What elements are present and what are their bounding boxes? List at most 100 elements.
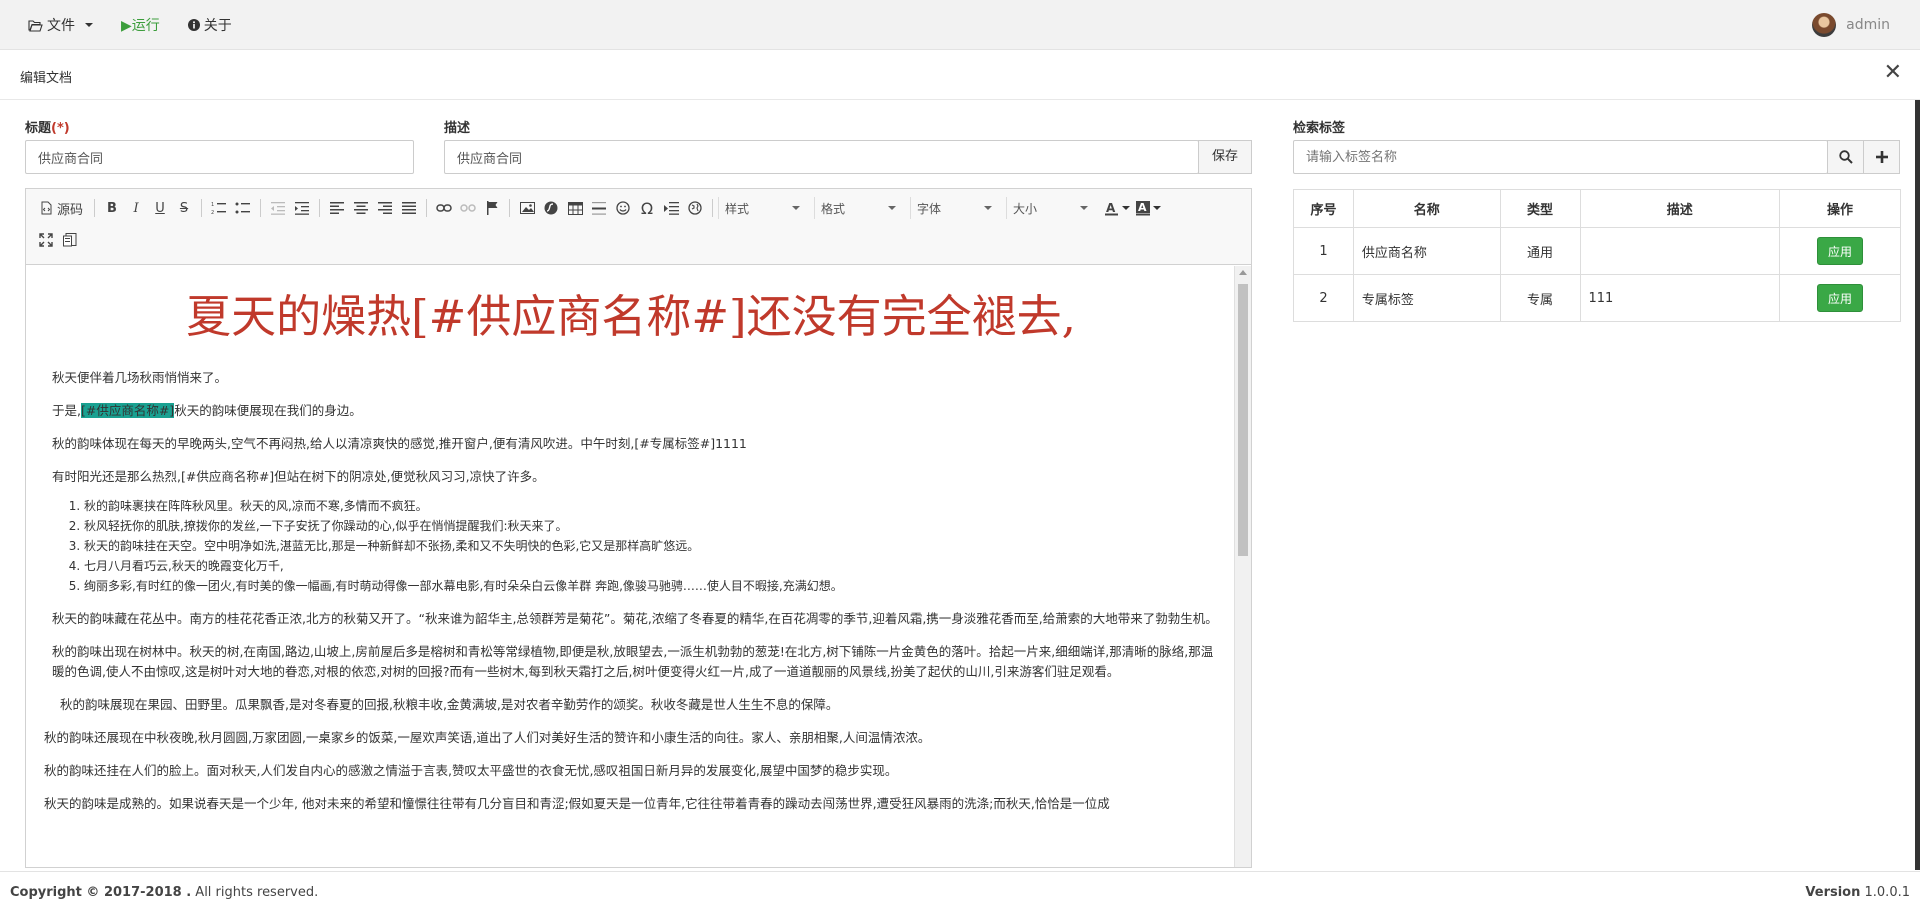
toolbar-separator xyxy=(712,199,714,217)
align-right-icon[interactable] xyxy=(373,196,397,220)
numbered-list-icon[interactable]: 12 xyxy=(207,196,231,220)
editor-scrollbar[interactable] xyxy=(1234,266,1251,867)
tag-search-input[interactable] xyxy=(1293,140,1828,174)
ordered-list: 秋的韵味裹挟在阵阵秋风里。秋天的风,凉而不寒,多情而不疯狂。 秋风轻抚你的肌肤,… xyxy=(84,496,1218,596)
iframe-globe-icon[interactable] xyxy=(683,196,707,220)
cell-type: 通用 xyxy=(1499,227,1581,275)
paragraph-2-start: 于是, xyxy=(52,403,81,418)
column-header: 类型 xyxy=(1499,189,1581,228)
link-icon[interactable] xyxy=(432,196,456,220)
chevron-down-icon xyxy=(792,206,801,210)
chevron-down-icon xyxy=(1153,206,1162,210)
avatar xyxy=(1812,13,1837,37)
table-row: 1 供应商名称 通用 应用 xyxy=(1293,227,1901,275)
column-header: 描述 xyxy=(1579,189,1781,228)
font-combo-label: 字体 xyxy=(917,201,942,216)
paragraph-8: 秋的韵味还展现在中秋夜晚,秋月圆圆,万家团圆,一桌家乡的饭菜,一屋欢声笑语,道出… xyxy=(44,730,931,745)
scroll-up-icon[interactable] xyxy=(1239,270,1247,275)
cell-action: 应用 xyxy=(1779,274,1901,322)
toolbar-separator xyxy=(201,199,203,217)
flash-icon[interactable] xyxy=(539,196,563,220)
chevron-down-icon xyxy=(85,23,93,27)
file-menu[interactable]: 文件 xyxy=(28,15,93,35)
run-button[interactable]: ▶运行 xyxy=(121,15,160,35)
page-break-icon[interactable] xyxy=(659,196,683,220)
highlighted-tag: [#供应商名称#] xyxy=(80,403,175,418)
page-scrollbar[interactable] xyxy=(1915,100,1920,870)
table-row: 2 专属标签 专属 111 应用 xyxy=(1293,274,1901,322)
underline-icon[interactable]: U xyxy=(148,196,172,220)
cell-name: 专属标签 xyxy=(1352,274,1501,322)
svg-text:2: 2 xyxy=(211,210,214,215)
desc-input[interactable] xyxy=(444,140,1199,174)
svg-text:1: 1 xyxy=(211,202,214,208)
horizontal-rule-icon[interactable] xyxy=(587,196,611,220)
cell-index: 1 xyxy=(1293,227,1354,275)
source-button[interactable]: 源码 xyxy=(34,196,89,220)
apply-button[interactable]: 应用 xyxy=(1817,237,1864,265)
indent-icon[interactable] xyxy=(290,196,314,220)
paragraph-3: 秋的韵味体现在每天的早晚两头,空气不再闷热,给人以清凉爽快的感觉,推开窗户,便有… xyxy=(52,436,747,451)
scrollbar-thumb[interactable] xyxy=(1238,284,1248,556)
text-color-icon: A xyxy=(1105,201,1119,215)
search-button[interactable] xyxy=(1827,140,1864,174)
format-combo[interactable]: 格式 xyxy=(814,197,902,219)
save-button[interactable]: 保存 xyxy=(1198,140,1252,174)
apply-button[interactable]: 应用 xyxy=(1817,284,1864,312)
paragraph-4: 有时阳光还是那么热烈,[#供应商名称#]但站在树下的阴凉处,便觉秋风习习,凉快了… xyxy=(52,469,545,484)
add-tag-button[interactable] xyxy=(1863,140,1900,174)
anchor-flag-icon[interactable] xyxy=(480,196,504,220)
column-header: 序号 xyxy=(1293,189,1354,228)
background-color-button[interactable]: A xyxy=(1133,196,1164,220)
list-item: 秋风轻抚你的肌肤,撩拨你的发丝,一下子安抚了你躁动的心,似乎在悄悄提醒我们:秋天… xyxy=(84,516,1218,536)
strikethrough-icon[interactable]: S xyxy=(172,196,196,220)
user-menu[interactable]: admin xyxy=(1812,0,1890,50)
editor-toolbar: 源码 B I U S 12 Ω 样式 格式 字体 大小 A A xyxy=(26,189,1251,265)
title-input[interactable] xyxy=(25,140,414,174)
run-label: ▶运行 xyxy=(121,18,160,34)
italic-icon[interactable]: I xyxy=(124,196,148,220)
chevron-down-icon xyxy=(984,206,993,210)
align-left-icon[interactable] xyxy=(325,196,349,220)
copyright-rest: All rights reserved. xyxy=(191,885,319,900)
toolbar-separator xyxy=(319,199,321,217)
chevron-down-icon xyxy=(1080,206,1089,210)
about-label: 关于 xyxy=(203,18,232,34)
title-label: 标题(*) xyxy=(25,117,70,136)
desc-label: 描述 xyxy=(444,121,471,136)
file-menu-label: 文件 xyxy=(47,18,75,34)
special-char-icon[interactable]: Ω xyxy=(635,196,659,220)
copyright: Copyright © 2017-2018 . All rights reser… xyxy=(10,885,318,900)
style-combo[interactable]: 样式 xyxy=(718,197,806,219)
unlink-icon[interactable] xyxy=(456,196,480,220)
background-color-icon: A xyxy=(1136,200,1151,215)
text-color-button[interactable]: A xyxy=(1102,196,1133,220)
copyright-bold: Copyright © 2017-2018 . xyxy=(10,885,192,900)
align-center-icon[interactable] xyxy=(349,196,373,220)
table-icon[interactable] xyxy=(563,196,587,220)
bold-icon[interactable]: B xyxy=(100,196,124,220)
paragraph-7: 秋的韵味展现在果园、田野里。瓜果飘香,是对冬春夏的回报,秋粮丰收,金黄满坡,是对… xyxy=(60,697,839,712)
align-justify-icon[interactable] xyxy=(397,196,421,220)
top-nav: 文件 ▶运行 关于 xyxy=(28,0,232,50)
size-combo[interactable]: 大小 xyxy=(1006,197,1094,219)
outdent-icon[interactable] xyxy=(266,196,290,220)
editor-content[interactable]: 夏天的燥热[#供应商名称#]还没有完全褪去, 秋天便伴着几场秋雨悄悄来了。 于是… xyxy=(26,266,1234,867)
show-blocks-icon[interactable] xyxy=(58,228,82,252)
plus-icon xyxy=(1875,151,1888,163)
chevron-down-icon xyxy=(1122,206,1131,210)
cell-desc: 111 xyxy=(1579,274,1781,322)
smiley-icon[interactable] xyxy=(611,196,635,220)
rich-text-editor: 源码 B I U S 12 Ω 样式 格式 字体 大小 A A 夏天的燥热[#供… xyxy=(25,188,1252,868)
tags-table: 序号 名称 类型 描述 操作 1 供应商名称 通用 应用 2 专属标签 专属 1… xyxy=(1293,189,1901,322)
document-heading: 夏天的燥热[#供应商名称#]还没有完全褪去, xyxy=(186,290,1076,343)
font-combo[interactable]: 字体 xyxy=(910,197,998,219)
user-name: admin xyxy=(1846,17,1890,33)
about-button[interactable]: 关于 xyxy=(187,15,232,35)
close-icon[interactable]: ✕ xyxy=(1884,62,1902,84)
paragraph-5: 秋天的韵味藏在花丛中。南方的桂花花香正浓,北方的秋菊又开了。“秋来谁为韶华主,总… xyxy=(52,611,1218,626)
image-icon[interactable] xyxy=(515,196,539,220)
bulleted-list-icon[interactable] xyxy=(231,196,255,220)
cell-name: 供应商名称 xyxy=(1352,227,1501,275)
maximize-icon[interactable] xyxy=(34,228,58,252)
